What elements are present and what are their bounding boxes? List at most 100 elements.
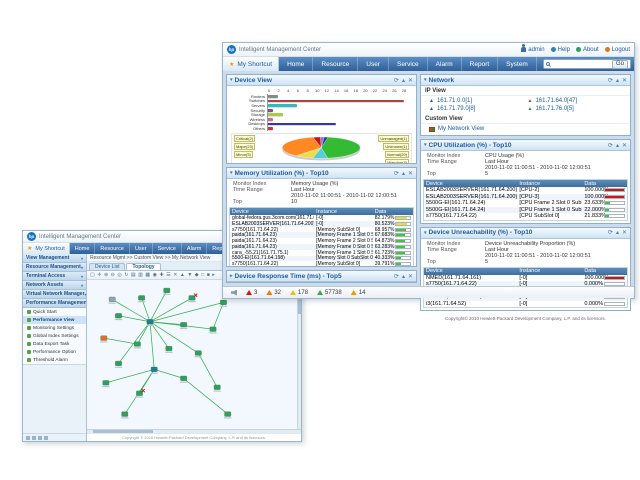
- sidebar-section[interactable]: Virtual Network Manager▾: [23, 290, 86, 299]
- widget-control-icon[interactable]: ⟳: [608, 142, 613, 149]
- nav-item[interactable]: System: [498, 57, 537, 71]
- nav-item[interactable]: User: [358, 57, 389, 71]
- alarm-count[interactable]: 3: [246, 290, 257, 296]
- ip-view-link[interactable]: ▲ 161.71.79.0[8]: [429, 106, 524, 112]
- alarm-count[interactable]: 32: [266, 290, 281, 296]
- sidebar-section[interactable]: View Management▾: [23, 254, 86, 263]
- toolbar-icon[interactable]: ⊕: [104, 272, 108, 279]
- sidebar-section[interactable]: Terminal Access▾: [23, 272, 86, 281]
- leaf-icon: [27, 358, 31, 362]
- about-link[interactable]: About: [576, 47, 599, 53]
- toolbar-icon[interactable]: ⊖: [111, 272, 115, 279]
- toolbar-icon[interactable]: ◆: [195, 272, 199, 279]
- widget-control-icon[interactable]: ✕: [622, 229, 627, 236]
- nav-item[interactable]: Alarm: [428, 57, 462, 71]
- sidebar-section[interactable]: Network Assets▾: [23, 281, 86, 290]
- mini-icon[interactable]: [44, 436, 48, 440]
- table-row: s7750(161.71.64.22) [Memory SubSlot 0] 3…: [230, 261, 413, 267]
- toolbar-icon[interactable]: ◎: [117, 272, 121, 279]
- front-shortcut-tab[interactable]: ★ My Shortcut: [223, 57, 279, 71]
- alarm-count[interactable]: 178: [290, 290, 308, 296]
- toolbar-icon[interactable]: ▤: [131, 272, 136, 279]
- widget-header[interactable]: ▾ Device Unreachability (%) - Top10 ⟳▴✕: [421, 228, 630, 239]
- sidebar-section[interactable]: Resource Management▾: [23, 263, 86, 272]
- widget-control-icon[interactable]: ▴: [616, 142, 619, 149]
- nav-item[interactable]: Service: [389, 57, 428, 71]
- nav-item[interactable]: Service: [153, 243, 182, 254]
- toolbar-icon[interactable]: ☰: [166, 272, 170, 279]
- widget-header[interactable]: ▾ Memory Utilization (%) - Top10 ⟳▴✕: [227, 168, 416, 179]
- sidebar-item[interactable]: Global Index Settings: [23, 332, 86, 340]
- widget-header[interactable]: ▾ Network ⟳▴✕: [421, 75, 630, 86]
- toolbar-icon[interactable]: ✛: [97, 272, 101, 279]
- nav-item[interactable]: Resource: [313, 57, 358, 71]
- widget-control-icon[interactable]: ▴: [616, 229, 619, 236]
- nav-item[interactable]: Home: [70, 243, 96, 254]
- nav-item[interactable]: Report: [462, 57, 499, 71]
- ip-view-link[interactable]: ▲ 161.71.64.0[47]: [528, 98, 623, 104]
- speaker-icon[interactable]: [231, 290, 237, 296]
- widget-control-icon[interactable]: ⟳: [608, 229, 613, 236]
- toolbar-icon[interactable]: ▦: [145, 272, 150, 279]
- sidebar-item[interactable]: Monitoring Settings: [23, 324, 86, 332]
- view-tab[interactable]: Topology: [126, 263, 160, 270]
- nav-item[interactable]: Alarm: [182, 243, 207, 254]
- nav-item[interactable]: Resource: [95, 243, 130, 254]
- toolbar-icon[interactable]: ▥: [138, 272, 143, 279]
- toolbar-icon[interactable]: ▸: [212, 272, 215, 279]
- toolbar-icon[interactable]: ▲: [180, 272, 185, 279]
- widget-control-icon[interactable]: ⟳: [394, 170, 399, 177]
- widget-control-icon[interactable]: ⟳: [608, 77, 613, 84]
- search-input[interactable]: [552, 60, 610, 68]
- alarm-count[interactable]: 14: [351, 290, 366, 296]
- toolbar-icon[interactable]: ✚: [160, 272, 164, 279]
- mini-icon[interactable]: [38, 436, 42, 440]
- back-shortcut-tab[interactable]: ★ My Shortcut: [23, 243, 70, 254]
- toolbar-icon[interactable]: ■: [207, 272, 210, 279]
- widget-header[interactable]: ▾ Device View ⟳▴✕: [227, 75, 416, 86]
- custom-view-link[interactable]: My Network View: [429, 126, 622, 132]
- sidebar-item[interactable]: Performance View: [23, 316, 86, 324]
- toolbar-icon[interactable]: ✕: [173, 272, 177, 279]
- sidebar-item[interactable]: Threshold Alarm: [23, 356, 86, 364]
- toolbar-icon[interactable]: ▢: [90, 272, 95, 279]
- widget-header[interactable]: ▾ CPU Utilization (%) - Top10 ⟳▴✕: [421, 140, 630, 151]
- ip-view-link[interactable]: ▲ 161.71.76.0[5]: [528, 106, 623, 112]
- mini-icon[interactable]: [26, 436, 30, 440]
- go-button[interactable]: Go: [612, 60, 628, 69]
- alarm-count[interactable]: 57738: [317, 290, 342, 296]
- widget-control-icon[interactable]: ▴: [402, 273, 405, 280]
- user-menu[interactable]: admin: [521, 47, 544, 53]
- widget-control-icon[interactable]: ⟳: [394, 273, 399, 280]
- widget-header[interactable]: ▸ Device Response Time (ms) - Top5 ⟳▴✕: [227, 271, 416, 282]
- widget-control-icon[interactable]: ▴: [616, 77, 619, 84]
- toolbar-icon[interactable]: □: [201, 272, 204, 279]
- widget-control-icon[interactable]: ✕: [408, 77, 413, 84]
- nav-item[interactable]: User: [130, 243, 153, 254]
- widget-control-icon[interactable]: ✕: [408, 170, 413, 177]
- sidebar-item[interactable]: Data Export Task: [23, 340, 86, 348]
- vertical-scrollbar[interactable]: [297, 280, 301, 429]
- logout-link[interactable]: Logout: [605, 47, 630, 53]
- sidebar-item[interactable]: Performance Option: [23, 348, 86, 356]
- widget-control-icon[interactable]: ▴: [402, 77, 405, 84]
- sidebar-item[interactable]: Quick Start: [23, 308, 86, 316]
- topology-icon: ▲: [528, 107, 533, 112]
- topology-map[interactable]: [87, 280, 297, 429]
- sidebar-section[interactable]: Performance Management▾: [23, 299, 86, 308]
- toolbar-icon[interactable]: ◉: [153, 272, 157, 279]
- widget-control-icon[interactable]: ✕: [622, 77, 627, 84]
- help-link[interactable]: Help: [551, 47, 570, 53]
- usage-bar: [395, 216, 411, 220]
- widget-control-icon[interactable]: ⟳: [394, 77, 399, 84]
- mini-icon[interactable]: [32, 436, 36, 440]
- toolbar-icon[interactable]: ↻: [124, 272, 128, 279]
- view-tab[interactable]: Device List: [89, 263, 125, 270]
- widget-control-icon[interactable]: ▴: [402, 170, 405, 177]
- widget-control-icon[interactable]: ✕: [408, 273, 413, 280]
- ip-view-link[interactable]: ▲ 161.71.0.0[1]: [429, 98, 524, 104]
- horizontal-scrollbar[interactable]: [87, 429, 301, 433]
- nav-item[interactable]: Home: [279, 57, 313, 71]
- toolbar-icon[interactable]: ▼: [187, 272, 192, 279]
- widget-control-icon[interactable]: ✕: [622, 142, 627, 149]
